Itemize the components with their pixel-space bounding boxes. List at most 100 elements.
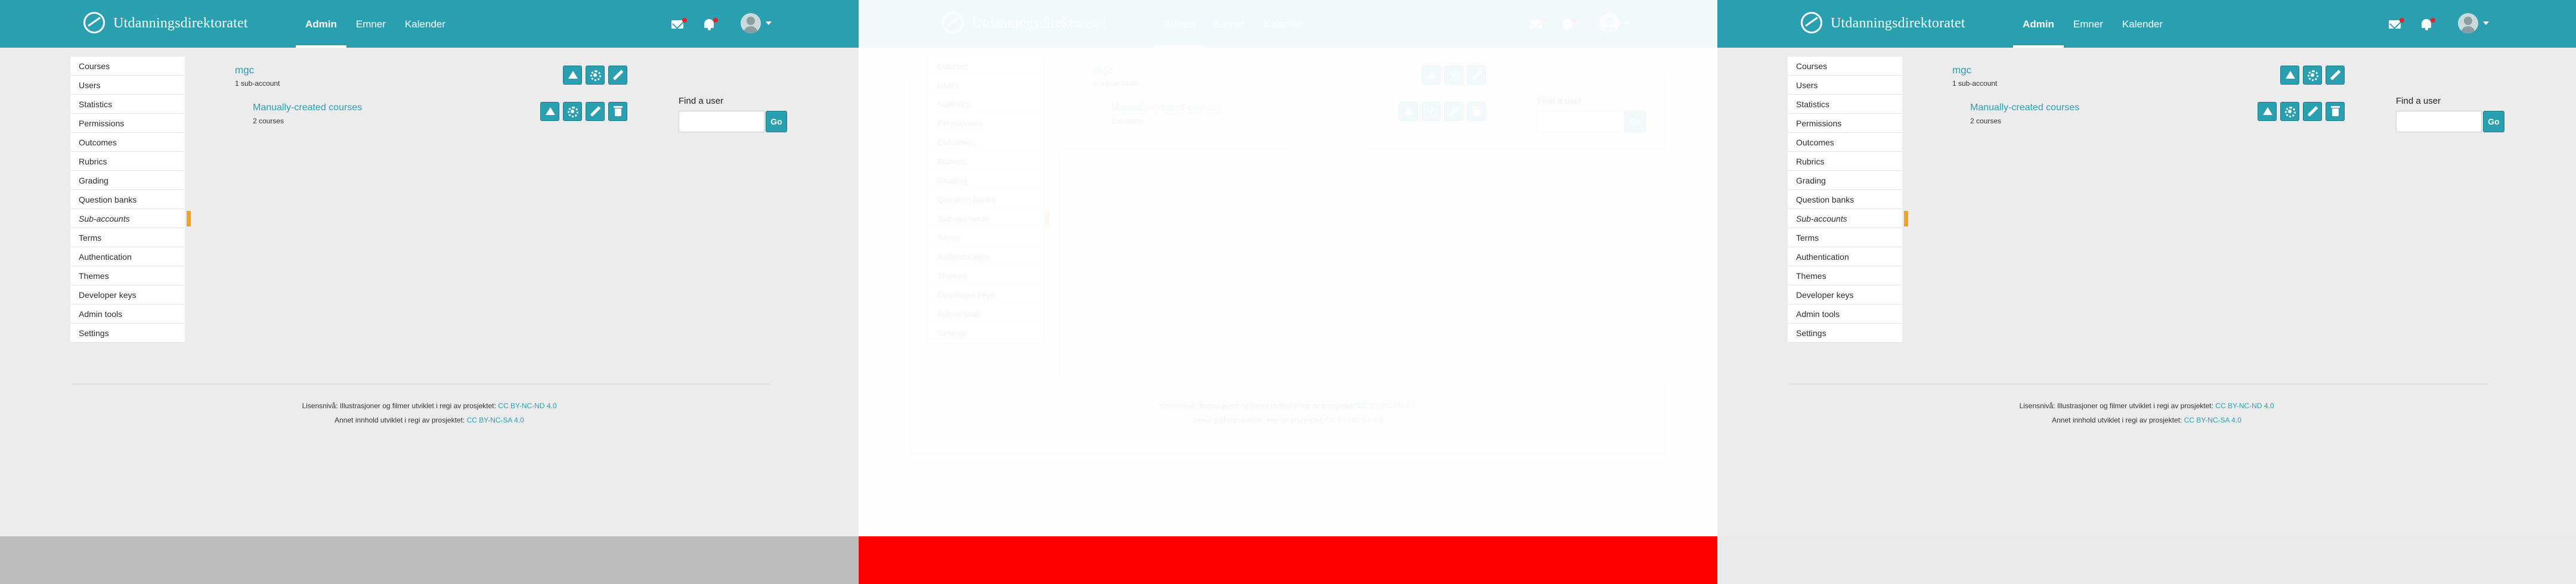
brand-name[interactable]: Utdanningsdirektoratet	[113, 15, 248, 32]
sidebar-item-terms[interactable]: Terms	[70, 228, 185, 247]
footer-license-link[interactable]: CC BY-NC-ND 4.0	[2215, 402, 2274, 410]
sidebar-item-statistics[interactable]: Statistics	[929, 95, 1044, 114]
footer-license-link[interactable]: CC BY-NC-ND 4.0	[1357, 402, 1415, 410]
sidebar-item-courses[interactable]: Courses	[1788, 57, 1902, 76]
go-button[interactable]: Go	[766, 111, 787, 132]
settings-gear-icon[interactable]	[1422, 102, 1441, 121]
sidebar-item-sub-accounts[interactable]: Sub-accounts	[70, 209, 191, 228]
chevron-down-icon[interactable]	[2483, 21, 2489, 25]
nav-admin[interactable]: Admin	[296, 0, 346, 48]
expand-up-icon[interactable]	[1422, 66, 1441, 85]
sidebar-item-statistics[interactable]: Statistics	[70, 95, 185, 114]
sub-account-name-link[interactable]: Manually-created courses	[253, 102, 362, 113]
sidebar-item-grading[interactable]: Grading	[929, 171, 1044, 190]
settings-gear-icon[interactable]	[2303, 66, 2322, 85]
sidebar-item-grading[interactable]: Grading	[70, 171, 185, 190]
footer-license-link[interactable]: CC BY-NC-SA 4.0	[467, 416, 524, 424]
delete-trash-icon[interactable]	[2326, 102, 2345, 121]
edit-pencil-icon[interactable]	[2326, 66, 2345, 85]
account-name-link[interactable]: mgc	[1094, 64, 1113, 76]
brand-logo-icon[interactable]	[83, 12, 105, 33]
settings-gear-icon[interactable]	[1444, 66, 1463, 85]
sidebar-item-authentication[interactable]: Authentication	[70, 247, 185, 266]
nav-kalender[interactable]: Kalender	[395, 0, 455, 48]
sidebar-item-sub-accounts[interactable]: Sub-accounts	[929, 209, 1049, 228]
account-name-link[interactable]: mgc	[1952, 64, 1971, 76]
user-avatar[interactable]	[741, 13, 761, 33]
sidebar-item-outcomes[interactable]: Outcomes	[929, 133, 1044, 152]
sub-account-name-link[interactable]: Manually-created courses	[1970, 102, 2079, 113]
nav-kalender[interactable]: Kalender	[2113, 0, 2172, 48]
sidebar-item-sub-accounts[interactable]: Sub-accounts	[1788, 209, 1908, 228]
sidebar-item-courses[interactable]: Courses	[929, 57, 1044, 76]
sidebar-item-outcomes[interactable]: Outcomes	[1788, 133, 1902, 152]
brand-name[interactable]: Utdanningsdirektoratet	[1831, 15, 1965, 32]
sidebar-item-themes[interactable]: Themes	[70, 266, 185, 285]
sidebar-item-rubrics[interactable]: Rubrics	[1788, 152, 1902, 171]
sidebar-item-grading[interactable]: Grading	[1788, 171, 1902, 190]
go-button[interactable]: Go	[1624, 111, 1646, 132]
expand-up-icon[interactable]	[2258, 102, 2277, 121]
find-user-input[interactable]	[679, 111, 764, 132]
expand-up-icon[interactable]	[2280, 66, 2299, 85]
sidebar-item-users[interactable]: Users	[929, 76, 1044, 95]
inbox-mail-icon[interactable]	[1530, 17, 1546, 31]
nav-admin[interactable]: Admin	[2013, 0, 2064, 48]
sidebar-item-statistics[interactable]: Statistics	[1788, 95, 1902, 114]
delete-trash-icon[interactable]	[1467, 102, 1486, 121]
sidebar-item-terms[interactable]: Terms	[929, 228, 1044, 247]
sidebar-item-users[interactable]: Users	[70, 76, 185, 95]
sidebar-item-admin-tools[interactable]: Admin tools	[1788, 305, 1902, 324]
sidebar-item-authentication[interactable]: Authentication	[1788, 247, 1902, 266]
chevron-down-icon[interactable]	[766, 21, 772, 25]
sidebar-item-rubrics[interactable]: Rubrics	[70, 152, 185, 171]
account-name-link[interactable]: mgc	[235, 64, 254, 76]
expand-up-icon[interactable]	[1399, 102, 1418, 121]
notifications-bell-icon[interactable]	[2420, 17, 2435, 31]
sidebar-item-rubrics[interactable]: Rubrics	[929, 152, 1044, 171]
edit-pencil-icon[interactable]	[2303, 102, 2322, 121]
sidebar-item-permissions[interactable]: Permissions	[929, 114, 1044, 133]
expand-up-icon[interactable]	[563, 66, 582, 85]
nav-emner[interactable]: Emner	[346, 0, 395, 48]
nav-kalender[interactable]: Kalender	[1254, 0, 1314, 48]
notifications-bell-icon[interactable]	[702, 17, 718, 31]
brand-logo-icon[interactable]	[1801, 12, 1822, 33]
brand-logo-icon[interactable]	[942, 12, 964, 33]
sidebar-item-permissions[interactable]: Permissions	[1788, 114, 1902, 133]
sidebar-item-admin-tools[interactable]: Admin tools	[929, 305, 1044, 324]
expand-up-icon[interactable]	[540, 102, 559, 121]
sidebar-item-question-banks[interactable]: Question banks	[929, 190, 1044, 209]
footer-license-link[interactable]: CC BY-NC-SA 4.0	[1326, 416, 1383, 424]
settings-gear-icon[interactable]	[2280, 102, 2299, 121]
edit-pencil-icon[interactable]	[1467, 66, 1486, 85]
inbox-mail-icon[interactable]	[671, 17, 687, 31]
sidebar-item-outcomes[interactable]: Outcomes	[70, 133, 185, 152]
nav-emner[interactable]: Emner	[2064, 0, 2113, 48]
find-user-input[interactable]	[1537, 111, 1623, 132]
sidebar-item-terms[interactable]: Terms	[1788, 228, 1902, 247]
chevron-down-icon[interactable]	[1624, 21, 1630, 25]
sidebar-item-themes[interactable]: Themes	[1788, 266, 1902, 285]
inbox-mail-icon[interactable]	[2389, 17, 2404, 31]
user-avatar[interactable]	[1599, 13, 1620, 33]
sidebar-item-developer-keys[interactable]: Developer keys	[929, 285, 1044, 305]
sidebar-item-admin-tools[interactable]: Admin tools	[70, 305, 185, 324]
sidebar-item-developer-keys[interactable]: Developer keys	[1788, 285, 1902, 305]
settings-gear-icon[interactable]	[563, 102, 582, 121]
sidebar-item-authentication[interactable]: Authentication	[929, 247, 1044, 266]
sidebar-item-courses[interactable]: Courses	[70, 57, 185, 76]
sidebar-item-users[interactable]: Users	[1788, 76, 1902, 95]
find-user-input[interactable]	[2396, 111, 2482, 132]
sub-account-name-link[interactable]: Manually-created courses	[1111, 102, 1221, 113]
nav-admin[interactable]: Admin	[1154, 0, 1205, 48]
edit-pencil-icon[interactable]	[1444, 102, 1463, 121]
settings-gear-icon[interactable]	[586, 66, 605, 85]
sidebar-item-developer-keys[interactable]: Developer keys	[70, 285, 185, 305]
sidebar-item-settings[interactable]: Settings	[70, 324, 185, 343]
delete-trash-icon[interactable]	[608, 102, 627, 121]
footer-license-link[interactable]: CC BY-NC-ND 4.0	[498, 402, 556, 410]
brand-name[interactable]: Utdanningsdirektoratet	[972, 15, 1107, 32]
sidebar-item-permissions[interactable]: Permissions	[70, 114, 185, 133]
edit-pencil-icon[interactable]	[608, 66, 627, 85]
